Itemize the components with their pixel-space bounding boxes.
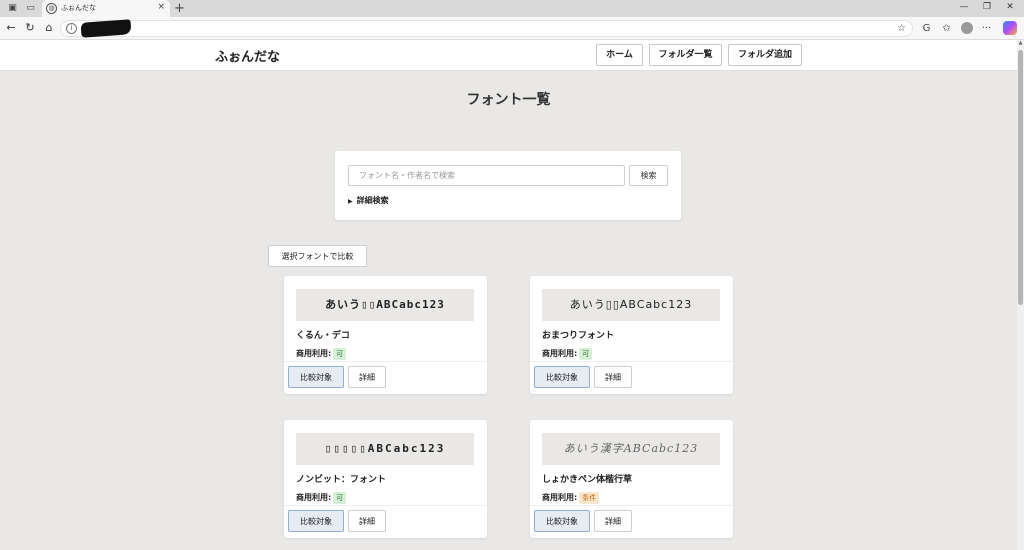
site-info-icon[interactable]: i xyxy=(66,23,77,34)
scroll-up-icon[interactable]: ▲ xyxy=(1017,40,1024,46)
commercial-status-badge: 可 xyxy=(333,348,347,360)
font-name[interactable]: しょかきペン体楷行草 xyxy=(542,472,632,485)
advanced-search-toggle[interactable]: ▶ 詳細検索 xyxy=(348,195,389,206)
disclosure-triangle-icon: ▶ xyxy=(348,198,353,205)
commercial-use: 商用利用: 可 xyxy=(296,492,347,504)
font-card: ▯▯▯▯▯ABCabc123 ノンビット：フォント 商用利用: 可 比較対象 詳細 xyxy=(284,420,487,538)
commercial-use: 商用利用: 可 xyxy=(542,348,593,360)
advanced-search-label: 詳細検索 xyxy=(356,196,389,205)
font-preview: あいう▯▯ABCabc123 xyxy=(296,289,474,321)
redacted-url-scribble xyxy=(80,19,132,38)
card-divider xyxy=(284,361,487,362)
font-card: あいう▯▯ABCabc123 おまつりフォント 商用利用: 可 比較対象 詳細 xyxy=(530,276,733,394)
commercial-use-label: 商用利用: xyxy=(542,493,578,502)
font-preview: あいう▯▯ABCabc123 xyxy=(542,289,720,321)
commercial-use: 商用利用: 条件 xyxy=(542,492,600,504)
font-card: あいう▯▯ABCabc123 くるん・デコ 商用利用: 可 比較対象 詳細 xyxy=(284,276,487,394)
more-menu-icon[interactable]: ··· xyxy=(980,22,993,35)
home-icon[interactable]: ⌂ xyxy=(42,21,56,35)
nav-home-link[interactable]: ホーム xyxy=(596,44,643,66)
commercial-use-label: 商用利用: xyxy=(542,349,578,358)
minimize-icon[interactable]: — xyxy=(958,2,970,12)
back-icon[interactable]: ← xyxy=(4,21,18,35)
commercial-use: 商用利用: 可 xyxy=(296,348,347,360)
tab-close-icon[interactable]: × xyxy=(157,2,165,12)
compare-selected-fonts-button[interactable]: 選択フォントで比較 xyxy=(268,245,367,267)
profile-avatar[interactable] xyxy=(961,22,973,34)
font-name[interactable]: ノンビット：フォント xyxy=(296,472,386,485)
workspaces-icon[interactable]: ▣ xyxy=(7,3,18,14)
commercial-use-label: 商用利用: xyxy=(296,349,332,358)
font-name[interactable]: くるん・デコ xyxy=(296,328,350,341)
copilot-icon[interactable] xyxy=(1003,21,1017,35)
detail-button[interactable]: 詳細 xyxy=(594,366,632,388)
commercial-use-label: 商用利用: xyxy=(296,493,332,502)
font-preview: あいう漢字ABCabc123 xyxy=(542,433,720,465)
font-card: あいう漢字ABCabc123 しょかきペン体楷行草 商用利用: 条件 比較対象 詳… xyxy=(530,420,733,538)
font-preview: ▯▯▯▯▯ABCabc123 xyxy=(296,433,474,465)
tab-actions-icon[interactable]: ▭ xyxy=(25,3,36,14)
window-close-icon[interactable]: ✕ xyxy=(1004,2,1016,12)
browser-tab-bar: ▣ ▭ ◍ ふぉんだな × + — ❐ ✕ xyxy=(0,0,1024,17)
detail-button[interactable]: 詳細 xyxy=(348,366,386,388)
site-brand[interactable]: ふぉんだな xyxy=(215,46,280,65)
globe-icon: ◍ xyxy=(46,3,57,14)
page-title: フォント一覧 xyxy=(466,92,551,108)
commercial-status-badge: 条件 xyxy=(579,492,600,504)
address-bar[interactable]: i ☆ xyxy=(60,19,913,38)
search-button[interactable]: 検索 xyxy=(629,165,668,186)
page-scrollbar[interactable]: ▲ xyxy=(1017,40,1024,550)
card-divider xyxy=(530,361,733,362)
restore-icon[interactable]: ❐ xyxy=(981,2,993,12)
refresh-extension-icon[interactable]: G xyxy=(920,22,933,35)
commercial-status-badge: 可 xyxy=(333,492,347,504)
search-panel: 検索 ▶詳細検索 xyxy=(335,151,681,220)
compare-target-button[interactable]: 比較対象 xyxy=(288,510,344,532)
collections-icon[interactable]: ✩ xyxy=(940,22,953,35)
font-name[interactable]: おまつりフォント xyxy=(542,328,614,341)
scrollbar-thumb[interactable] xyxy=(1018,50,1023,305)
detail-button[interactable]: 詳細 xyxy=(594,510,632,532)
nav-add-folder-link[interactable]: フォルダ追加 xyxy=(728,44,802,66)
favorite-star-icon[interactable]: ☆ xyxy=(895,22,908,35)
browser-toolbar: ← ↻ ⌂ i ☆ G ✩ ··· xyxy=(0,17,1024,40)
active-tab[interactable]: ◍ ふぉんだな × xyxy=(42,0,170,17)
search-input[interactable] xyxy=(348,165,625,186)
card-divider xyxy=(284,505,487,506)
compare-target-button[interactable]: 比較対象 xyxy=(534,366,590,388)
card-divider xyxy=(530,505,733,506)
compare-target-button[interactable]: 比較対象 xyxy=(534,510,590,532)
tab-title: ふぉんだな xyxy=(61,4,96,12)
detail-button[interactable]: 詳細 xyxy=(348,510,386,532)
reload-icon[interactable]: ↻ xyxy=(23,21,37,35)
compare-target-button[interactable]: 比較対象 xyxy=(288,366,344,388)
nav-folder-list-link[interactable]: フォルダ一覧 xyxy=(649,44,722,66)
new-tab-button[interactable]: + xyxy=(174,0,185,17)
commercial-status-badge: 可 xyxy=(579,348,593,360)
site-header: ふぉんだな ホーム フォルダ一覧 フォルダ追加 xyxy=(0,40,1017,71)
